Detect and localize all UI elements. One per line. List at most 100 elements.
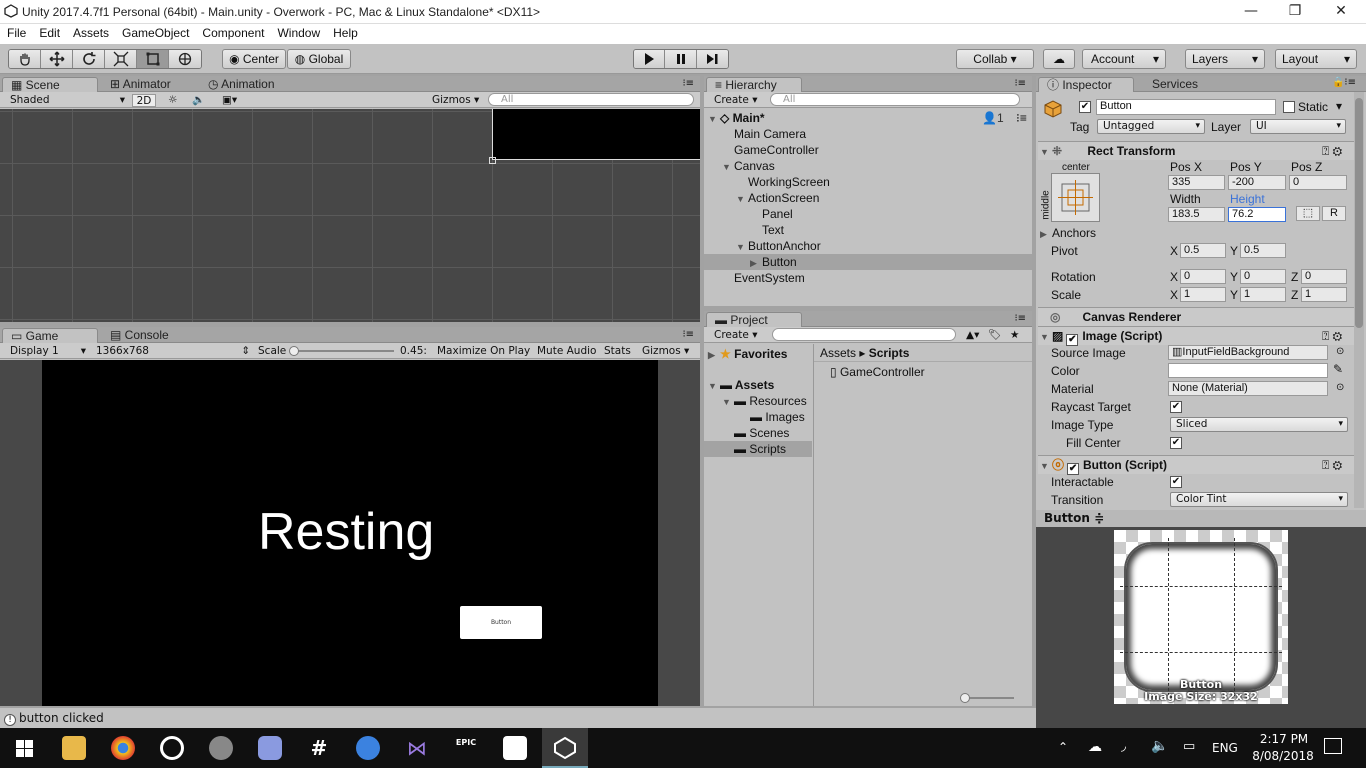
- anchor-preset-button[interactable]: [1051, 173, 1100, 222]
- transform-tool-icon[interactable]: [169, 50, 201, 68]
- image-type-dropdown[interactable]: Sliced: [1170, 417, 1348, 432]
- rect-transform-header[interactable]: ▼ ⁜ Rect Transform ⍰ ⚙: [1038, 141, 1354, 160]
- minimize-button[interactable]: —: [1228, 0, 1274, 24]
- tab-project[interactable]: ▬ Project: [706, 312, 802, 327]
- display-dropdown[interactable]: Display 1 ▾: [10, 345, 86, 358]
- hierarchy-item[interactable]: ▼ ButtonAnchor: [704, 238, 1032, 254]
- blueprint-mode-icon[interactable]: ⬚: [1296, 206, 1320, 221]
- stats-toggle[interactable]: Stats: [604, 345, 631, 358]
- component-settings-icon[interactable]: ⍰ ⚙: [1322, 456, 1342, 474]
- component-settings-icon[interactable]: ⍰ ⚙: [1322, 327, 1342, 345]
- static-dropdown-icon[interactable]: ▾: [1336, 99, 1342, 113]
- preview-header[interactable]: Button ≑: [1036, 510, 1366, 527]
- language-indicator[interactable]: ENG: [1212, 741, 1238, 755]
- scenes-folder[interactable]: ▬ Scenes: [704, 425, 814, 441]
- lighting-icon[interactable]: ☼: [168, 94, 177, 107]
- wifi-icon[interactable]: ◞: [1121, 739, 1126, 754]
- menu-assets[interactable]: Assets: [66, 24, 115, 40]
- menu-gameobject[interactable]: GameObject: [115, 24, 195, 40]
- pause-icon[interactable]: [665, 50, 697, 68]
- game-view[interactable]: Resting Button: [42, 360, 658, 706]
- image-enabled-checkbox[interactable]: ✔: [1066, 334, 1079, 346]
- fill-center-checkbox[interactable]: ✔: [1170, 437, 1182, 449]
- move-tool-icon[interactable]: [41, 50, 73, 68]
- epic-games-icon[interactable]: EPIC: [454, 736, 478, 760]
- tab-animation[interactable]: ◷ Animation: [200, 77, 283, 92]
- assets-folder[interactable]: ▼ ▬ Assets: [704, 377, 814, 393]
- scripts-folder[interactable]: ▬ Scripts: [704, 441, 812, 457]
- panel-menu-icon[interactable]: ⁝≡: [1014, 313, 1026, 324]
- script-file[interactable]: ▯ GameController: [830, 364, 1030, 380]
- step-icon[interactable]: [696, 50, 728, 68]
- audio-icon[interactable]: 🔈: [192, 94, 205, 107]
- scene-root-row[interactable]: ▼ ◇ Main* 👤1 ⁝≡: [704, 110, 1032, 126]
- hierarchy-item[interactable]: ▼ ActionScreen: [704, 190, 1032, 206]
- menu-help[interactable]: Help: [326, 24, 364, 40]
- file-explorer-icon[interactable]: [62, 736, 86, 760]
- shading-dropdown[interactable]: Shaded ▾: [10, 94, 125, 107]
- close-button[interactable]: ✕: [1318, 0, 1364, 24]
- game-button[interactable]: Button: [460, 606, 542, 639]
- tab-inspector[interactable]: ⓘ Inspector: [1038, 77, 1134, 92]
- project-create-dropdown[interactable]: Create ▾: [714, 329, 758, 342]
- app-ring-icon[interactable]: [160, 736, 184, 760]
- resources-folder[interactable]: ▼ ▬ Resources: [704, 393, 814, 409]
- scale-tool-icon[interactable]: [105, 50, 137, 68]
- posy-field[interactable]: -200: [1228, 175, 1286, 190]
- layers-dropdown[interactable]: Layers ▾: [1185, 49, 1265, 69]
- hierarchy-item[interactable]: ▼ Canvas: [704, 158, 1032, 174]
- favorite-star-icon[interactable]: ★: [1010, 329, 1019, 342]
- tab-scene[interactable]: ▦ Scene: [2, 77, 98, 92]
- posz-field[interactable]: 0: [1289, 175, 1347, 190]
- scene-menu-icon[interactable]: ⁝≡: [1016, 110, 1027, 126]
- visual-studio-icon[interactable]: ⋈: [405, 736, 429, 760]
- rotation-x-field[interactable]: 0: [1180, 269, 1226, 284]
- scene-handle[interactable]: [489, 157, 496, 164]
- scale-x-field[interactable]: 1: [1180, 287, 1226, 302]
- hierarchy-item[interactable]: Main Camera: [704, 126, 1032, 142]
- filter-type-icon[interactable]: ▲▾: [966, 329, 979, 342]
- lock-icon[interactable]: 🔒⁝≡: [1332, 77, 1356, 88]
- pivot-center-toggle[interactable]: ◉ Center: [222, 49, 286, 69]
- tab-hierarchy[interactable]: ≡ Hierarchy: [706, 77, 802, 92]
- panel-menu-icon[interactable]: ⁝≡: [1014, 78, 1026, 89]
- pivot-y-field[interactable]: 0.5: [1240, 243, 1286, 258]
- height-field[interactable]: 76.2: [1228, 207, 1286, 222]
- hierarchy-create-dropdown[interactable]: Create ▾: [714, 94, 758, 107]
- material-field[interactable]: None (Material): [1168, 381, 1328, 396]
- tab-services[interactable]: Services: [1144, 77, 1206, 92]
- gameobject-name-input[interactable]: Button: [1096, 99, 1276, 115]
- play-icon[interactable]: [634, 50, 666, 68]
- button-component-header[interactable]: ▼ ⓞ ✔ Button (Script) ⍰ ⚙: [1038, 455, 1354, 475]
- static-checkbox[interactable]: [1283, 101, 1295, 113]
- network-icon[interactable]: ▭: [1183, 739, 1195, 754]
- raw-edit-button[interactable]: R: [1322, 206, 1346, 221]
- tab-console[interactable]: ▤ Console: [102, 328, 177, 343]
- notification-icon[interactable]: [1324, 738, 1342, 754]
- volume-icon[interactable]: 🔈: [1151, 738, 1168, 754]
- raycast-checkbox[interactable]: ✔: [1170, 401, 1182, 413]
- hierarchy-item[interactable]: Panel: [704, 206, 1032, 222]
- scene-gizmos-dropdown[interactable]: Gizmos ▾: [432, 94, 479, 107]
- rect-tool-icon[interactable]: [137, 50, 169, 68]
- game-gizmos-dropdown[interactable]: Gizmos ▾: [642, 345, 689, 358]
- scene-search-input[interactable]: All: [488, 93, 694, 106]
- menu-edit[interactable]: Edit: [32, 24, 66, 40]
- object-picker-icon[interactable]: ⊙: [1336, 381, 1344, 395]
- canvas-renderer-header[interactable]: ◎ Canvas Renderer: [1038, 307, 1354, 326]
- show-hidden-icons[interactable]: ⌃: [1058, 740, 1068, 754]
- hand-tool-icon[interactable]: [9, 50, 41, 68]
- favorites-folder[interactable]: ▶ ★ Favorites: [704, 346, 814, 362]
- rotate-tool-icon[interactable]: [73, 50, 105, 68]
- layout-dropdown[interactable]: Layout ▾: [1275, 49, 1357, 69]
- resolution-dropdown[interactable]: 1366x768 ⇕: [96, 345, 250, 358]
- hierarchy-item[interactable]: WorkingScreen: [704, 174, 1032, 190]
- panel-menu-icon[interactable]: ⁝≡: [682, 329, 694, 340]
- menu-component[interactable]: Component: [195, 24, 270, 40]
- mode-2d-toggle[interactable]: 2D: [132, 94, 156, 107]
- hierarchy-item[interactable]: Text: [704, 222, 1032, 238]
- cloud-button[interactable]: ☁: [1043, 49, 1075, 69]
- tab-game[interactable]: ▭ Game: [2, 328, 98, 343]
- spotify-icon[interactable]: [209, 736, 233, 760]
- color-field[interactable]: [1168, 363, 1328, 378]
